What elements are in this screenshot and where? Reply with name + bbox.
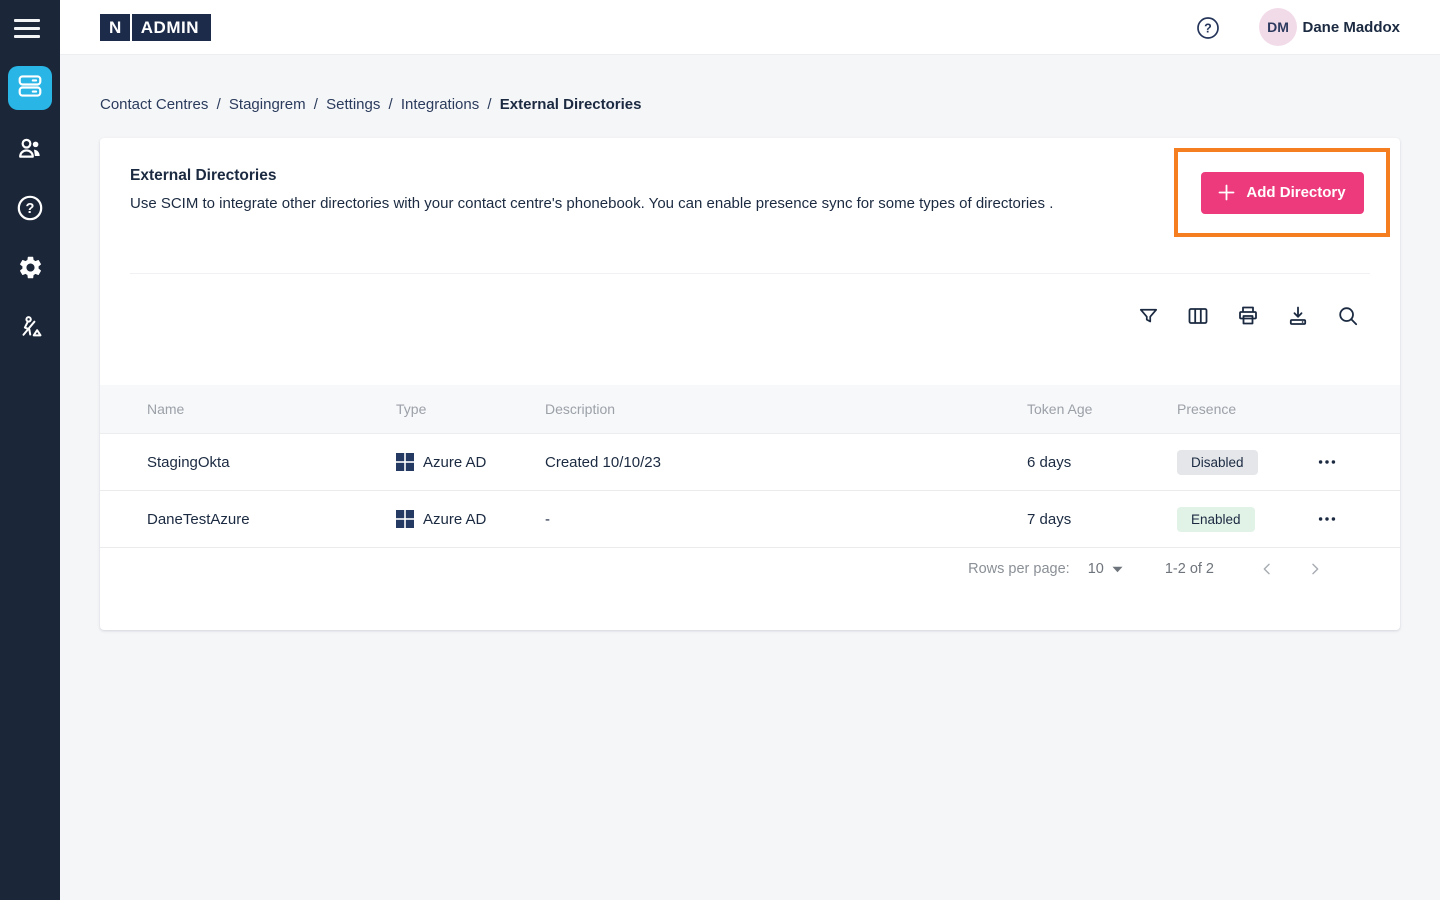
sidebar-item-settings[interactable]: [16, 256, 44, 284]
cell-token-age: 6 days: [1027, 454, 1177, 471]
cell-name: StagingOkta: [147, 454, 396, 471]
sidebar-item-help[interactable]: ?: [16, 196, 44, 224]
azure-ad-icon: [396, 510, 414, 528]
avatar-initials: DM: [1267, 19, 1289, 35]
cell-type: Azure AD: [396, 510, 545, 528]
pagination-range: 1-2 of 2: [1165, 561, 1214, 577]
gear-icon: [17, 254, 44, 286]
rows-per-page-select[interactable]: 10: [1088, 561, 1123, 577]
logo-divider: [130, 14, 132, 41]
logo-admin: ADMIN: [141, 18, 199, 38]
sidebar-item-tools[interactable]: [16, 316, 44, 344]
breadcrumb: Contact Centres / Stagingrem / Settings …: [100, 96, 646, 113]
help-circle-icon: ?: [1196, 27, 1220, 44]
page-description: Use SCIM to integrate other directories …: [130, 195, 1053, 212]
help-circle-icon: ?: [16, 194, 44, 227]
search-icon[interactable]: [1336, 304, 1360, 328]
breadcrumb-separator: /: [217, 96, 221, 113]
print-icon[interactable]: [1236, 304, 1260, 328]
directories-table: Name Type Description Token Age Presence…: [100, 385, 1400, 548]
app-logo[interactable]: N ADMIN: [100, 14, 211, 41]
sidebar-item-directories[interactable]: [8, 66, 52, 110]
cell-type-label: Azure AD: [423, 511, 486, 528]
cell-presence: Disabled: [1177, 450, 1300, 475]
external-directories-card: External Directories Use SCIM to integra…: [100, 138, 1400, 630]
add-directory-label: Add Directory: [1246, 184, 1345, 201]
column-header-description[interactable]: Description: [545, 401, 1027, 417]
status-badge-enabled: Enabled: [1177, 507, 1255, 532]
next-page-button[interactable]: [1302, 556, 1328, 582]
rows-per-page-value: 10: [1088, 561, 1104, 577]
top-bar: N ADMIN ? DM Dane Maddox: [60, 0, 1440, 55]
pagination: Rows per page: 10 1-2 of 2: [968, 549, 1328, 589]
table-header-row: Name Type Description Token Age Presence: [100, 385, 1400, 434]
help-button[interactable]: ?: [1196, 16, 1220, 40]
cell-token-age: 7 days: [1027, 511, 1177, 528]
breadcrumb-settings[interactable]: Settings: [326, 96, 380, 113]
status-badge-disabled: Disabled: [1177, 450, 1258, 475]
annotation-highlight-box: Add Directory: [1174, 148, 1390, 237]
columns-icon[interactable]: [1186, 304, 1210, 328]
previous-page-button[interactable]: [1254, 556, 1280, 582]
sidebar-item-users[interactable]: [16, 136, 44, 164]
cell-description: -: [545, 511, 1027, 528]
table-row[interactable]: StagingOkta Azure AD Created 10/10/23 6 …: [100, 434, 1400, 491]
under-construction-icon: [16, 314, 44, 347]
cell-description: Created 10/10/23: [545, 454, 1027, 471]
row-actions-menu-icon[interactable]: [1315, 507, 1339, 531]
download-icon[interactable]: [1286, 304, 1310, 328]
table-toolbar: [1136, 304, 1360, 328]
azure-ad-icon: [396, 453, 414, 471]
server-stack-icon: [17, 73, 43, 104]
table-row[interactable]: DaneTestAzure Azure AD - 7 days Enabled: [100, 491, 1400, 548]
rows-per-page-label: Rows per page:: [968, 561, 1070, 577]
cell-presence: Enabled: [1177, 507, 1300, 532]
avatar[interactable]: DM: [1259, 8, 1297, 46]
chevron-down-icon: [1112, 566, 1123, 573]
plus-icon: [1218, 184, 1235, 201]
user-name: Dane Maddox: [1302, 19, 1400, 36]
column-header-name[interactable]: Name: [147, 401, 396, 417]
breadcrumb-contact-centres[interactable]: Contact Centres: [100, 96, 208, 113]
row-actions-menu-icon[interactable]: [1315, 450, 1339, 474]
logo-n: N: [109, 18, 122, 38]
breadcrumb-current: External Directories: [500, 96, 642, 113]
page-title: External Directories: [130, 167, 276, 185]
cell-name: DaneTestAzure: [147, 511, 396, 528]
breadcrumb-separator: /: [389, 96, 393, 113]
cell-type-label: Azure AD: [423, 454, 486, 471]
breadcrumb-stagingrem[interactable]: Stagingrem: [229, 96, 306, 113]
sidebar: ?: [0, 0, 60, 900]
add-directory-button[interactable]: Add Directory: [1201, 172, 1364, 214]
column-header-presence[interactable]: Presence: [1177, 401, 1300, 417]
filter-icon[interactable]: [1136, 304, 1160, 328]
users-icon: [16, 134, 44, 167]
svg-text:?: ?: [1204, 22, 1212, 36]
breadcrumb-integrations[interactable]: Integrations: [401, 96, 479, 113]
column-header-token-age[interactable]: Token Age: [1027, 401, 1177, 417]
hamburger-menu-icon[interactable]: [14, 13, 46, 43]
breadcrumb-separator: /: [314, 96, 318, 113]
section-divider: [130, 273, 1370, 274]
breadcrumb-separator: /: [487, 96, 491, 113]
svg-text:?: ?: [26, 201, 35, 217]
column-header-type[interactable]: Type: [396, 401, 545, 417]
cell-type: Azure AD: [396, 453, 545, 471]
